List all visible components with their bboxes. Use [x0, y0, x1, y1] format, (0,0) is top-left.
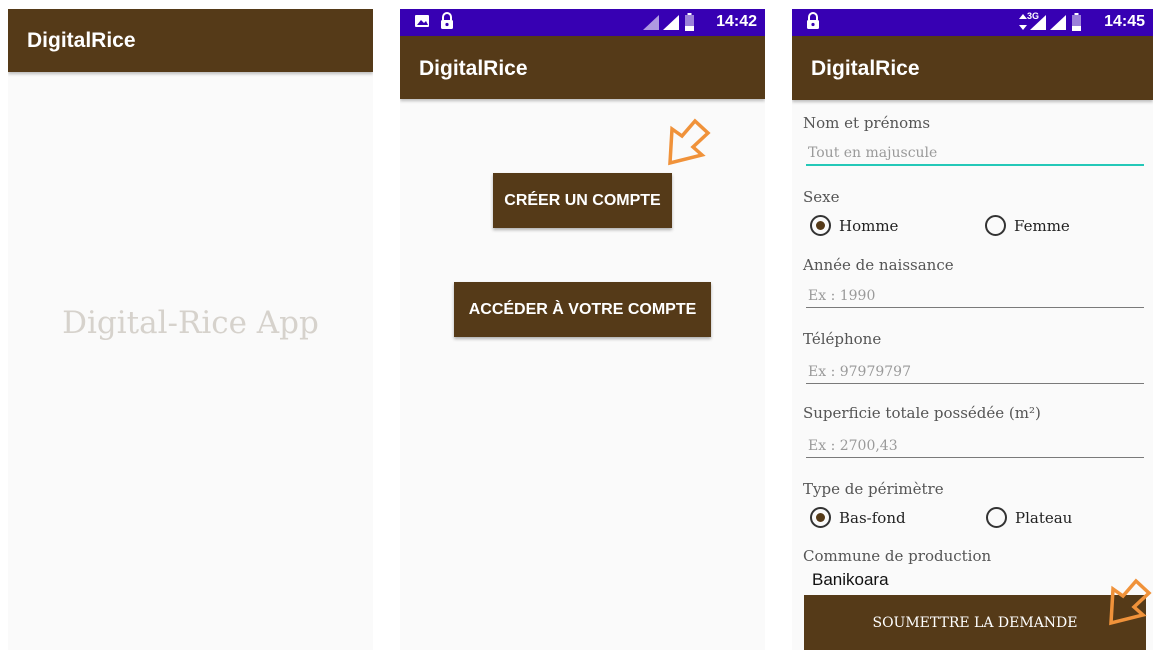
commune-label: Commune de production	[803, 547, 992, 565]
signal-icon	[1030, 15, 1046, 34]
app-bar: DigitalRice	[8, 9, 373, 72]
app-bar: DigitalRice	[400, 36, 765, 99]
create-account-button[interactable]: CRÉER UN COMPTE	[493, 173, 672, 228]
signal-icon	[1050, 15, 1066, 34]
splash-text: Digital-Rice App	[62, 305, 319, 341]
radio-unchecked-icon	[986, 507, 1007, 528]
lock-icon	[440, 12, 454, 34]
phone-input[interactable]	[806, 364, 1144, 384]
status-time: 14:42	[716, 13, 757, 30]
battery-icon	[685, 13, 694, 35]
status-bar: 14:42	[400, 9, 765, 36]
sex-label: Sexe	[803, 188, 840, 206]
status-time: 14:45	[1104, 13, 1145, 30]
area-label: Superficie totale possédée (m²)	[803, 404, 1041, 422]
arrow-pointer-icon	[1105, 573, 1153, 633]
splash-screen: DigitalRice Digital-Rice App	[8, 9, 373, 650]
app-bar: DigitalRice	[792, 36, 1153, 100]
area-input[interactable]	[806, 438, 1144, 458]
battery-icon	[1072, 13, 1081, 35]
app-title: DigitalRice	[27, 29, 136, 52]
app-title: DigitalRice	[811, 57, 920, 80]
radio-bas-fond[interactable]: Bas-fond	[810, 507, 906, 528]
radio-homme[interactable]: Homme	[810, 215, 898, 236]
arrow-pointer-icon	[662, 117, 712, 179]
lock-icon	[806, 12, 820, 34]
status-bar: 3G 14:45	[792, 9, 1153, 36]
radio-plateau-label: Plateau	[1015, 508, 1073, 527]
name-input[interactable]	[806, 145, 1144, 166]
signal-icon	[643, 15, 659, 34]
radio-femme[interactable]: Femme	[985, 215, 1070, 236]
perimeter-type-label: Type de périmètre	[803, 480, 944, 498]
radio-plateau[interactable]: Plateau	[986, 507, 1072, 528]
radio-checked-icon	[810, 215, 831, 236]
phone-label: Téléphone	[803, 330, 882, 348]
birth-year-input[interactable]	[806, 288, 1144, 308]
radio-femme-label: Femme	[1014, 216, 1070, 235]
radio-homme-label: Homme	[839, 216, 899, 235]
radio-checked-icon	[810, 507, 831, 528]
name-label: Nom et prénoms	[803, 114, 931, 132]
image-icon	[414, 13, 430, 33]
submit-button[interactable]: SOUMETTRE LA DEMANDE	[804, 595, 1146, 650]
data-arrows-icon	[1019, 14, 1027, 34]
access-account-button[interactable]: ACCÉDER À VOTRE COMPTE	[454, 282, 711, 337]
home-screen: 14:42 DigitalRice CRÉER UN COMPTE ACCÉDE…	[400, 9, 765, 650]
commune-select[interactable]: Banikoara	[812, 570, 889, 590]
radio-bas-fond-label: Bas-fond	[839, 508, 906, 527]
signal-icon	[663, 15, 679, 34]
radio-unchecked-icon	[985, 215, 1006, 236]
registration-screen: 3G 14:45 DigitalRice Nom et prénoms Sexe…	[792, 9, 1153, 650]
birth-year-label: Année de naissance	[803, 256, 954, 274]
app-title: DigitalRice	[419, 57, 528, 80]
